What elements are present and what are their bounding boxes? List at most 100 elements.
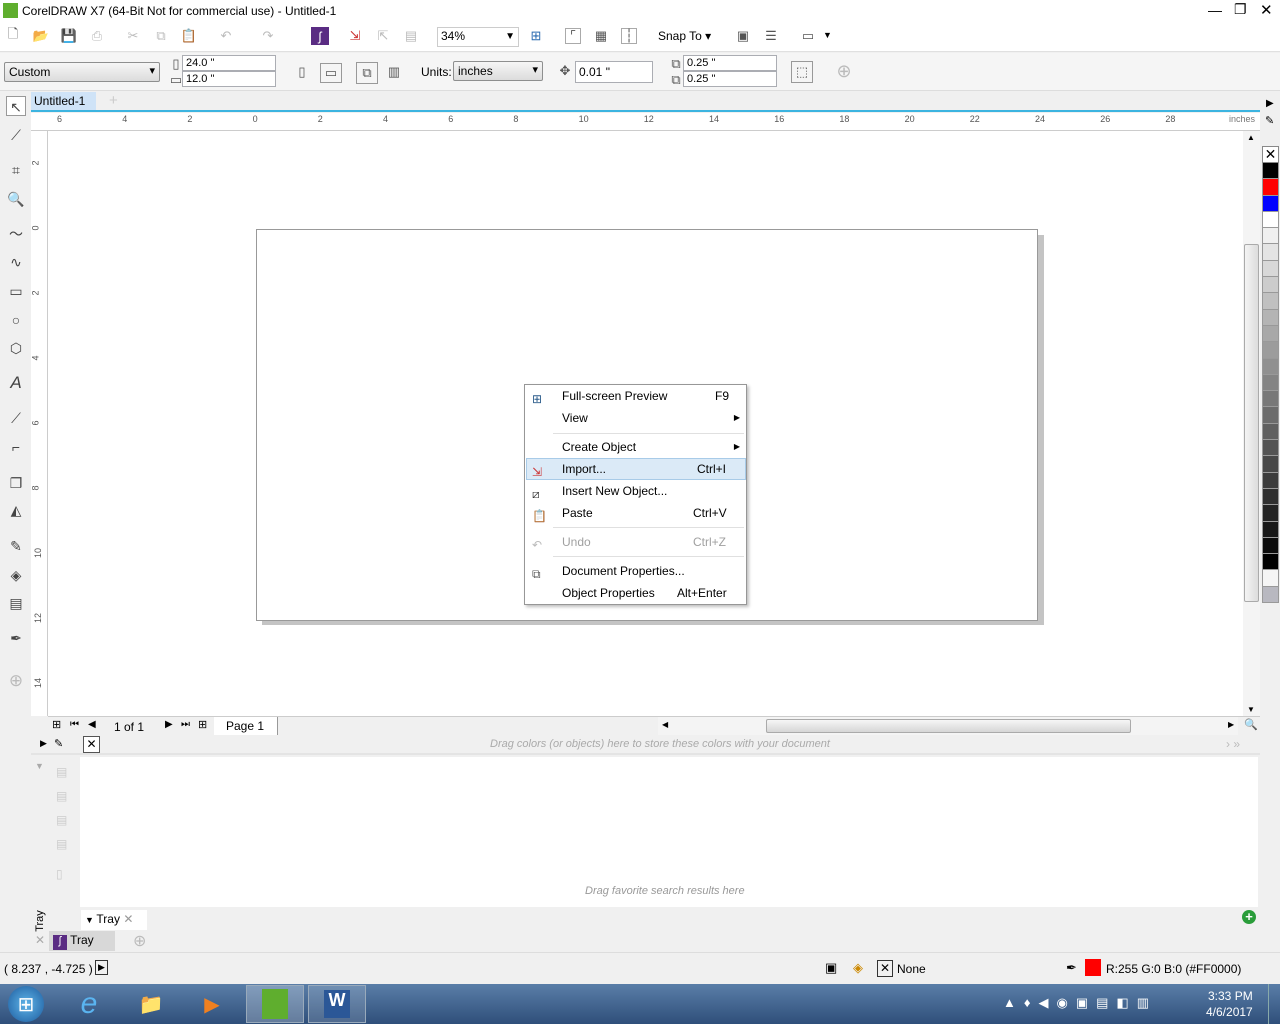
color-eyedropper-icon[interactable]: ✎ <box>6 536 26 556</box>
menu-item-import[interactable]: ⇲ Import... Ctrl+I <box>526 458 746 480</box>
close-tray-icon[interactable]: ✕ <box>120 912 133 926</box>
add-tray-icon[interactable]: + <box>1242 910 1256 924</box>
all-pages-icon[interactable]: ⧉ <box>356 62 378 84</box>
cut-icon[interactable]: ✂ <box>125 28 141 44</box>
add-icon[interactable]: ⊕ <box>836 61 852 81</box>
menu-item-full-screen-preview[interactable]: ⊞ Full-screen Preview F9 <box>526 385 746 407</box>
freehand-tool-icon[interactable]: 〜 <box>6 224 26 244</box>
shape-tool-icon[interactable]: ⟋ <box>6 125 26 145</box>
current-page-icon[interactable]: ▥ <box>386 64 402 80</box>
word-taskbar-icon[interactable]: W <box>308 985 366 1023</box>
rectangle-tool-icon[interactable]: ▭ <box>6 281 26 301</box>
color-swatch[interactable] <box>1262 586 1279 604</box>
color-swatch[interactable] <box>1262 423 1279 441</box>
nudge-distance-field[interactable]: 0.01 " <box>575 61 653 83</box>
units-combo[interactable]: inches <box>453 61 543 81</box>
last-page-icon[interactable]: ⏭ <box>181 719 190 730</box>
color-swatch[interactable] <box>1262 440 1279 457</box>
close-button[interactable]: ✕ <box>1260 1 1273 19</box>
copy-icon[interactable]: ⧉ <box>153 28 169 44</box>
tray-docker-tab[interactable]: ʃ Tray <box>49 931 115 951</box>
color-swatch[interactable] <box>1262 309 1279 326</box>
tray-content[interactable]: Drag favorite search results here <box>80 757 1258 907</box>
artistic-media-icon[interactable]: ∿ <box>6 252 26 272</box>
tray-tab[interactable]: ▼ Tray ✕ <box>81 910 147 930</box>
options-icon[interactable]: ☰ <box>763 28 779 44</box>
corel-connect-icon[interactable]: ʃ <box>311 27 329 45</box>
parallel-dimension-icon[interactable]: ⟋ <box>6 408 26 428</box>
horizontal-scroll-thumb[interactable] <box>766 719 1131 733</box>
interactive-fill-icon[interactable]: ◈ <box>6 565 26 585</box>
undo-icon[interactable]: ↶ <box>218 28 234 44</box>
color-swatch[interactable] <box>1262 374 1279 392</box>
color-swatch[interactable] <box>1262 293 1279 310</box>
color-swatch[interactable] <box>1262 179 1279 196</box>
show-rulers-icon[interactable]: ⌜ <box>565 28 581 44</box>
menu-item-document-properties[interactable]: ⧉ Document Properties... <box>526 560 746 582</box>
tray-tool-icon[interactable]: ▤ <box>56 789 67 803</box>
color-swatch[interactable] <box>1262 456 1279 473</box>
tray-tool-icon[interactable]: ▤ <box>56 813 67 827</box>
connector-tool-icon[interactable]: ⌐ <box>6 437 26 457</box>
prev-page-icon[interactable]: ◀ <box>88 719 96 730</box>
add-tool-icon[interactable]: ⊕ <box>6 671 26 691</box>
color-swatch[interactable] <box>1262 521 1279 538</box>
color-swatch[interactable] <box>1262 505 1279 522</box>
tray-collapse-icon[interactable]: ▼ <box>35 761 44 771</box>
export-icon[interactable]: ⇱ <box>375 28 391 44</box>
doc-no-color-swatch[interactable]: ✕ <box>83 736 100 753</box>
vertical-scrollbar[interactable]: ▲ ▼ <box>1243 131 1260 716</box>
next-page-icon[interactable]: ▶ <box>165 719 173 730</box>
application-launcher-icon[interactable]: ▭ <box>800 28 816 44</box>
page-width-field[interactable]: 24.0 " <box>182 55 276 71</box>
paste-icon[interactable]: 📋 <box>181 28 197 44</box>
menu-item-undo[interactable]: ↶ Undo Ctrl+Z <box>526 531 746 553</box>
color-swatch[interactable] <box>1262 472 1279 489</box>
text-tool-icon[interactable]: A <box>6 373 26 393</box>
color-swatch[interactable] <box>1262 570 1279 587</box>
color-swatch[interactable] <box>1262 407 1279 424</box>
color-proof-icon[interactable]: ▣ <box>825 960 837 976</box>
show-desktop-button[interactable] <box>1268 984 1280 1024</box>
color-swatch[interactable] <box>1262 488 1279 506</box>
menu-item-insert-new-object[interactable]: ⧄ Insert New Object... <box>526 480 746 502</box>
clock-time[interactable]: 3:33 PM <box>1208 989 1253 1003</box>
palette-eyedropper-icon[interactable]: ✎ <box>1265 114 1274 127</box>
menu-item-paste[interactable]: 📋 Paste Ctrl+V <box>526 502 746 524</box>
color-swatch[interactable] <box>1262 342 1279 359</box>
zoom-navigator-icon[interactable]: 🔍 <box>1244 718 1258 731</box>
pick-tool-icon[interactable]: ↖ <box>6 96 26 116</box>
duplicate-x-field[interactable]: 0.25 " <box>683 55 777 71</box>
color-swatch[interactable] <box>1262 358 1279 375</box>
treat-as-filled-icon[interactable]: ⬚ <box>791 61 813 83</box>
document-tab[interactable]: Untitled-1 <box>31 92 96 110</box>
new-tab-icon[interactable]: + <box>109 92 118 109</box>
color-swatch[interactable] <box>1262 260 1279 278</box>
file-explorer-icon[interactable]: 📁 <box>134 987 168 1021</box>
palette-menu-icon[interactable]: ▶ <box>40 738 47 749</box>
tray-tool-icon[interactable]: ▤ <box>56 837 67 851</box>
welcome-screen-icon[interactable]: ▣ <box>735 28 751 44</box>
add-docker-icon[interactable]: ⊕ <box>133 931 146 951</box>
color-swatch[interactable] <box>1262 195 1279 212</box>
landscape-icon[interactable]: ▭ <box>320 63 342 83</box>
add-page-after-icon[interactable]: ⊞ <box>198 718 207 731</box>
zoom-level-combo[interactable]: 34% ▼ <box>437 27 519 47</box>
restore-button[interactable]: ❐ <box>1234 1 1247 18</box>
outline-color-swatch[interactable] <box>1085 959 1101 976</box>
show-grid-icon[interactable]: ▦ <box>593 28 609 44</box>
show-guidelines-icon[interactable]: ┆ <box>621 28 637 44</box>
polygon-tool-icon[interactable]: ⬡ <box>6 338 26 358</box>
color-swatch[interactable] <box>1262 537 1279 555</box>
system-tray-icons[interactable]: ▲♦◀◉▣▤◧▥ <box>1003 995 1157 1011</box>
color-swatch[interactable] <box>1262 277 1279 294</box>
color-swatch[interactable] <box>1262 228 1279 245</box>
color-swatch[interactable] <box>1262 244 1279 261</box>
crop-tool-icon[interactable]: ⌗ <box>6 160 26 180</box>
color-swatch[interactable] <box>1262 163 1279 180</box>
coreldraw-taskbar-icon[interactable] <box>246 985 304 1023</box>
color-swatch[interactable] <box>1262 211 1279 229</box>
drop-shadow-icon[interactable]: ❐ <box>6 473 26 493</box>
menu-item-object-properties[interactable]: Object Properties Alt+Enter <box>526 582 746 604</box>
transparency-icon[interactable]: ◭ <box>6 500 26 520</box>
